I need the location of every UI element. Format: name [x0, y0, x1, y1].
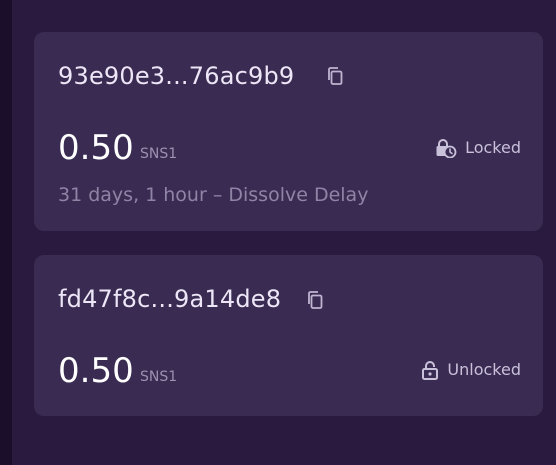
neuron-id: fd47f8c...9a14de8: [58, 285, 282, 313]
stake-amount: 0.50: [58, 128, 134, 168]
stake-amount: 0.50: [58, 351, 134, 391]
copy-icon: [328, 67, 343, 85]
copy-icon: [308, 291, 323, 309]
unlocked-icon: [422, 361, 439, 380]
neuron-id: 93e90e3...76ac9b9: [58, 62, 295, 90]
neuron-card[interactable]: fd47f8c...9a14de8 0.50 SNS1 Unlocked: [34, 255, 543, 416]
token-symbol: SNS1: [140, 369, 178, 385]
neuron-state: Locked: [435, 138, 521, 158]
state-label: Unlocked: [447, 360, 521, 379]
locked-clock-icon: [436, 139, 457, 158]
neurons-page: 93e90e3...76ac9b9 0.50 SNS1 Locked 31 da…: [0, 0, 556, 465]
neuron-state: Unlocked: [421, 360, 521, 380]
neuron-card[interactable]: 93e90e3...76ac9b9 0.50 SNS1 Locked 31 da…: [34, 32, 543, 231]
copy-button[interactable]: [326, 66, 344, 86]
token-symbol: SNS1: [140, 146, 178, 162]
copy-button[interactable]: [306, 290, 324, 310]
state-label: Locked: [465, 138, 521, 157]
dissolve-delay: 31 days, 1 hour – Dissolve Delay: [58, 184, 369, 206]
side-panel-edge: [0, 0, 12, 465]
